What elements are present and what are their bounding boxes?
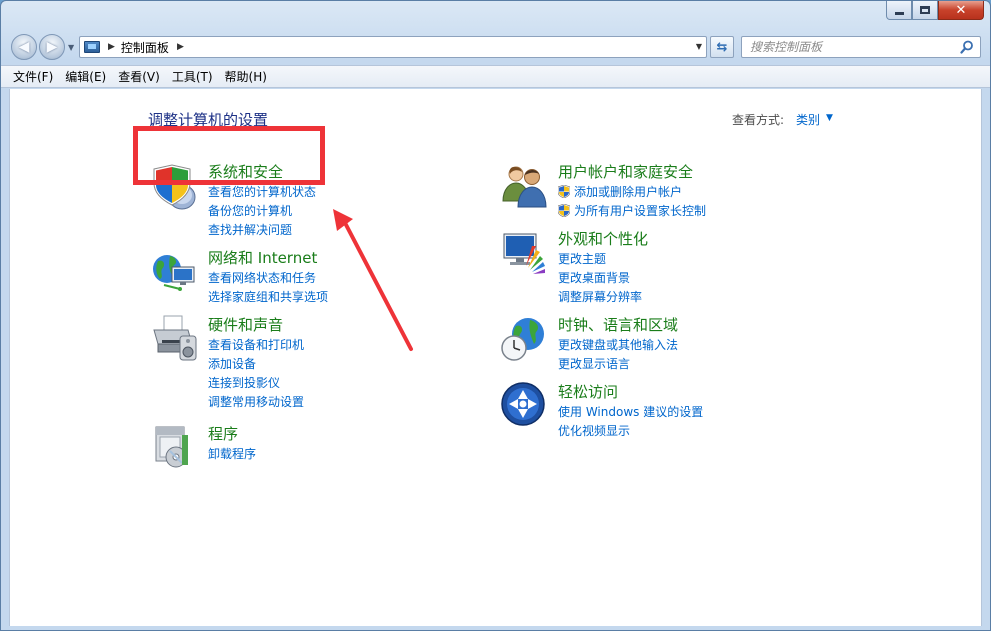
minimize-button[interactable] (886, 1, 912, 20)
link-recommended-settings[interactable]: 使用 Windows 建议的设置 (558, 403, 703, 422)
back-arrow-icon: ◀ (18, 39, 30, 55)
link-adjust-resolution[interactable]: 调整屏幕分辨率 (558, 288, 642, 307)
link-change-theme[interactable]: 更改主题 (558, 250, 642, 269)
recent-pages-chevron-icon[interactable]: ▼ (68, 43, 74, 52)
address-bar[interactable]: ▶ 控制面板 ▶ ▼ (79, 36, 707, 58)
maximize-icon (920, 6, 930, 14)
search-input[interactable] (742, 37, 952, 57)
forward-button[interactable]: ▶ (39, 34, 65, 60)
menu-view[interactable]: 查看(V) (112, 68, 166, 85)
category-title[interactable]: 轻松访问 (558, 381, 618, 402)
refresh-icon: ⇆ (716, 39, 728, 55)
view-by-chevron-icon[interactable]: ▼ (826, 113, 833, 123)
highlight-annotation-box (133, 126, 325, 185)
uac-shield-icon (558, 204, 570, 217)
uac-shield-icon (558, 185, 570, 198)
printer-icon (153, 315, 197, 361)
link-view-computer-status[interactable]: 查看您的计算机状态 (208, 183, 316, 202)
ease-of-access-icon (501, 382, 545, 426)
maximize-button[interactable] (912, 1, 938, 20)
minimize-icon (894, 11, 904, 15)
breadcrumb-separator-icon[interactable]: ▶ (108, 42, 115, 52)
link-parental-controls-label: 为所有用户设置家长控制 (574, 204, 707, 218)
link-optimize-visual-display[interactable]: 优化视频显示 (558, 422, 703, 441)
breadcrumb-control-panel[interactable]: 控制面板 (121, 39, 169, 56)
category-title[interactable]: 用户帐户和家庭安全 (558, 161, 693, 182)
control-panel-window: ✕ ◀ ▶ ▼ ▶ 控制面板 ▶ ▼ ⇆ 文件(F) 编辑(E) 查看(V) 工… (0, 0, 991, 631)
close-button[interactable]: ✕ (938, 1, 984, 20)
programs-icon (155, 426, 188, 468)
link-mobility-settings[interactable]: 调整常用移动设置 (208, 393, 304, 412)
network-globe-icon (153, 255, 195, 291)
address-history-chevron-icon[interactable]: ▼ (696, 42, 702, 51)
category-links: 查看您的计算机状态 备份您的计算机 查找并解决问题 (208, 183, 316, 240)
refresh-button[interactable]: ⇆ (710, 36, 734, 58)
menu-edit[interactable]: 编辑(E) (59, 68, 112, 85)
search-box[interactable] (741, 36, 981, 58)
link-add-remove-accounts-label: 添加或删除用户帐户 (574, 185, 683, 199)
category-links: 更改键盘或其他输入法 更改显示语言 (558, 336, 678, 374)
menu-tools[interactable]: 工具(T) (166, 68, 219, 85)
link-view-network-status[interactable]: 查看网络状态和任务 (208, 269, 328, 288)
link-homegroup-sharing[interactable]: 选择家庭组和共享选项 (208, 288, 328, 307)
category-links: 更改主题 更改桌面背景 调整屏幕分辨率 (558, 250, 642, 307)
category-title[interactable]: 硬件和声音 (208, 314, 283, 335)
breadcrumb-separator-icon[interactable]: ▶ (177, 42, 184, 52)
link-change-input-method[interactable]: 更改键盘或其他输入法 (558, 336, 678, 355)
control-panel-icon (84, 41, 100, 53)
menu-help[interactable]: 帮助(H) (219, 68, 273, 85)
link-find-fix-problems[interactable]: 查找并解决问题 (208, 221, 316, 240)
users-icon (502, 166, 547, 208)
search-icon[interactable] (960, 40, 974, 54)
link-add-device[interactable]: 添加设备 (208, 355, 304, 374)
link-parental-controls[interactable]: 为所有用户设置家长控制 (558, 202, 706, 221)
view-by-dropdown[interactable]: 类别 (796, 111, 820, 128)
link-connect-projector[interactable]: 连接到投影仪 (208, 374, 304, 393)
view-by-label: 查看方式: (732, 113, 785, 127)
annotation-arrow (333, 209, 413, 351)
category-links: 添加或删除用户帐户 为所有用户设置家长控制 (558, 183, 706, 221)
close-icon: ✕ (955, 2, 967, 18)
menu-file[interactable]: 文件(F) (7, 68, 59, 85)
link-change-desktop-background[interactable]: 更改桌面背景 (558, 269, 642, 288)
link-backup-computer[interactable]: 备份您的计算机 (208, 202, 316, 221)
back-button[interactable]: ◀ (11, 34, 37, 60)
category-links: 查看设备和打印机 添加设备 连接到投影仪 调整常用移动设置 (208, 336, 304, 412)
menu-bar: 文件(F) 编辑(E) 查看(V) 工具(T) 帮助(H) (1, 65, 990, 88)
forward-arrow-icon: ▶ (46, 39, 58, 55)
category-title[interactable]: 网络和 Internet (208, 247, 317, 268)
caption-buttons: ✕ (886, 1, 984, 21)
category-links: 卸载程序 (208, 445, 256, 464)
link-change-display-language[interactable]: 更改显示语言 (558, 355, 678, 374)
appearance-icon (503, 233, 545, 274)
link-devices-printers[interactable]: 查看设备和打印机 (208, 336, 304, 355)
category-links: 查看网络状态和任务 选择家庭组和共享选项 (208, 269, 328, 307)
globe-clock-icon (501, 318, 544, 361)
category-title[interactable]: 外观和个性化 (558, 228, 648, 249)
link-add-remove-accounts[interactable]: 添加或删除用户帐户 (558, 183, 706, 202)
category-title[interactable]: 时钟、语言和区域 (558, 314, 678, 335)
link-uninstall-program[interactable]: 卸载程序 (208, 445, 256, 464)
category-title[interactable]: 程序 (208, 423, 238, 444)
category-links: 使用 Windows 建议的设置 优化视频显示 (558, 403, 703, 441)
